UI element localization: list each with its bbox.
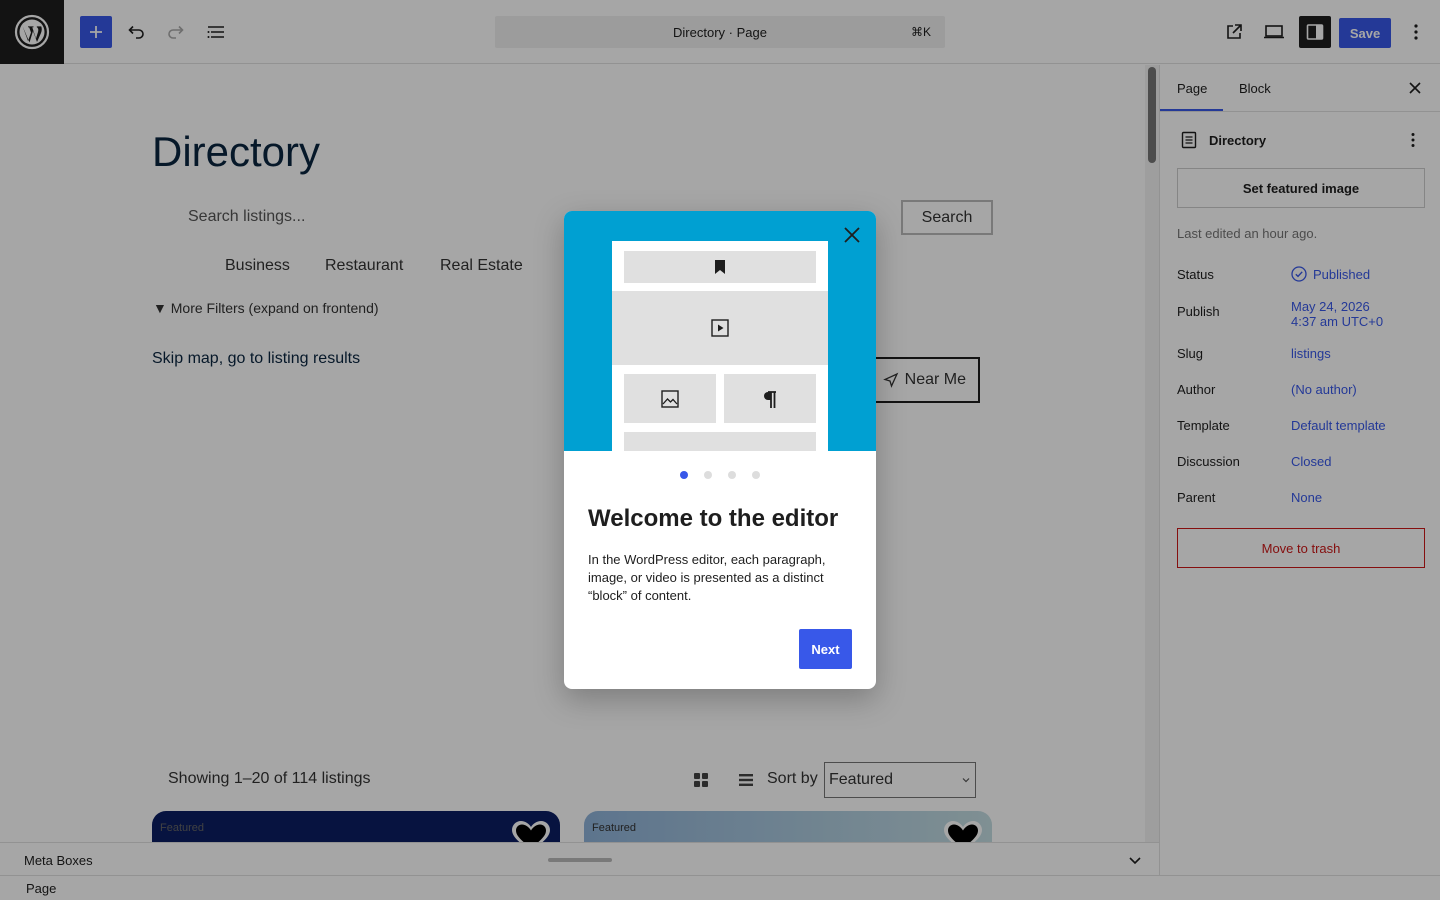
close-icon [844, 227, 860, 243]
illustration-block [724, 374, 816, 423]
page-indicator [564, 471, 876, 479]
illustration-block [624, 374, 716, 423]
image-icon [661, 389, 679, 408]
page-dot-1[interactable] [680, 471, 688, 479]
illustration-block [612, 291, 828, 365]
modal-description: In the WordPress editor, each paragraph,… [588, 552, 826, 603]
illustration-block [624, 251, 816, 283]
page-dot-3[interactable] [728, 471, 736, 479]
welcome-illustration [564, 211, 876, 451]
video-icon [711, 319, 729, 337]
illustration-frame [612, 241, 828, 451]
illustration-block [624, 432, 816, 451]
welcome-guide-modal: Welcome to the editor In the WordPress e… [564, 211, 876, 689]
bookmark-icon [715, 260, 725, 274]
close-modal-button[interactable] [840, 223, 864, 247]
modal-heading: Welcome to the editor [588, 505, 839, 532]
page-dot-2[interactable] [704, 471, 712, 479]
next-button[interactable]: Next [799, 629, 852, 669]
paragraph-icon [764, 390, 776, 408]
page-dot-4[interactable] [752, 471, 760, 479]
